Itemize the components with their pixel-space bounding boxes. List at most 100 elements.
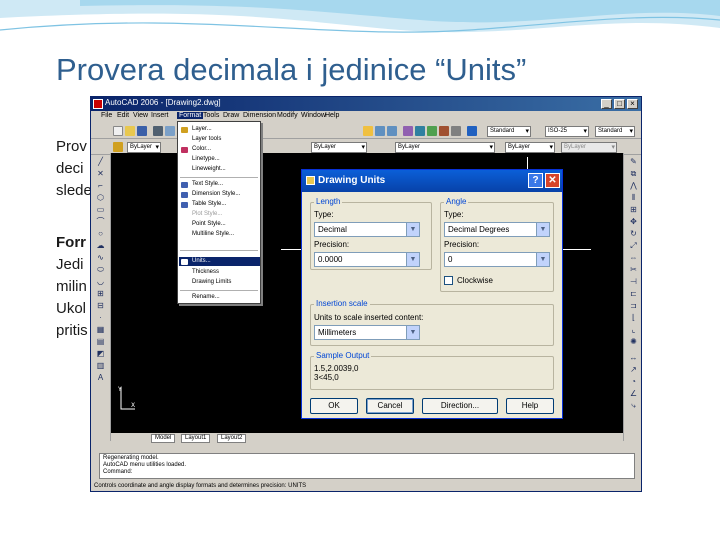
- offset-icon[interactable]: ⫴: [628, 193, 639, 202]
- menu-item-text-style[interactable]: Text Style...: [192, 181, 223, 187]
- menu-draw[interactable]: Draw: [223, 112, 239, 119]
- ellipse-icon[interactable]: ⬭: [95, 265, 106, 274]
- ellipse-arc-icon[interactable]: ◡: [95, 277, 106, 286]
- clockwise-checkbox[interactable]: [444, 276, 453, 285]
- region-icon[interactable]: ◩: [95, 349, 106, 358]
- chevron-down-icon[interactable]: ▼: [406, 326, 419, 339]
- revision-cloud-icon[interactable]: ☁: [95, 241, 106, 250]
- tab-layout1[interactable]: Layout1: [181, 434, 211, 443]
- circle-icon[interactable]: ○: [95, 229, 106, 238]
- angle-type-select[interactable]: Decimal Degrees ▼: [444, 222, 550, 237]
- minimize-button[interactable]: _: [601, 99, 612, 109]
- menu-item-color[interactable]: Color...: [192, 146, 211, 152]
- gradient-icon[interactable]: ▤: [95, 337, 106, 346]
- explode-icon[interactable]: ✺: [628, 337, 639, 346]
- menu-view[interactable]: View: [133, 112, 148, 119]
- construction-line-icon[interactable]: ✕: [95, 169, 106, 178]
- array-icon[interactable]: ⊞: [628, 205, 639, 214]
- make-block-icon[interactable]: ⊟: [95, 301, 106, 310]
- sheet-set-icon[interactable]: [439, 126, 449, 136]
- mirror-icon[interactable]: ⋀: [628, 181, 639, 190]
- arc-icon[interactable]: ⌒: [95, 217, 106, 226]
- polygon-icon[interactable]: ⬡: [95, 193, 106, 202]
- rotate-icon[interactable]: ↻: [628, 229, 639, 238]
- menu-insert[interactable]: Insert: [151, 112, 169, 119]
- copy-object-icon[interactable]: ⧉: [628, 169, 639, 178]
- spline-icon[interactable]: ∿: [95, 253, 106, 262]
- insertion-scale-select[interactable]: Millimeters ▼: [314, 325, 420, 340]
- menu-dimension[interactable]: Dimension: [243, 112, 276, 119]
- angle-precision-select[interactable]: 0 ▼: [444, 252, 550, 267]
- layer-combo[interactable]: ByLayer: [127, 142, 161, 153]
- menu-item-dimension-style[interactable]: Dimension Style...: [192, 191, 240, 197]
- ok-button[interactable]: OK: [310, 398, 358, 414]
- tool-palettes-icon[interactable]: [427, 126, 437, 136]
- menu-item-units[interactable]: Units...: [192, 258, 211, 264]
- dialog-close-button[interactable]: ✕: [545, 173, 560, 188]
- scale-icon[interactable]: ⤢: [628, 241, 639, 250]
- fillet-icon[interactable]: ⌞: [628, 325, 639, 334]
- menu-item-point-style[interactable]: Point Style...: [192, 221, 226, 227]
- move-icon[interactable]: ✥: [628, 217, 639, 226]
- color-combo[interactable]: ByLayer: [311, 142, 367, 153]
- lineweight-combo[interactable]: ByLayer: [505, 142, 555, 153]
- length-precision-select[interactable]: 0.0000 ▼: [314, 252, 420, 267]
- trim-icon[interactable]: ✂: [628, 265, 639, 274]
- erase-icon[interactable]: ✎: [628, 157, 639, 166]
- dim-style-combo[interactable]: ISO-25: [545, 126, 589, 137]
- hatch-icon[interactable]: ▦: [95, 325, 106, 334]
- layer-manager-icon[interactable]: [113, 142, 123, 152]
- linetype-combo[interactable]: ByLayer: [395, 142, 495, 153]
- menu-tools[interactable]: Tools: [203, 112, 219, 119]
- new-icon[interactable]: [113, 126, 123, 136]
- chevron-down-icon[interactable]: ▼: [406, 253, 419, 266]
- help-button[interactable]: Help: [506, 398, 554, 414]
- menu-item-layer[interactable]: Layer...: [192, 126, 212, 132]
- cancel-button[interactable]: Cancel: [366, 398, 414, 414]
- menu-item-drawing-limits[interactable]: Drawing Limits: [192, 279, 231, 285]
- menu-item-layer-tools[interactable]: Layer tools: [192, 136, 221, 142]
- polyline-icon[interactable]: ⌐: [95, 181, 106, 190]
- rectangle-icon[interactable]: ▭: [95, 205, 106, 214]
- menu-help[interactable]: Help: [325, 112, 339, 119]
- length-type-select[interactable]: Decimal ▼: [314, 222, 420, 237]
- help-icon[interactable]: [467, 126, 477, 136]
- dim-linear-icon[interactable]: ↔: [628, 353, 639, 362]
- menu-edit[interactable]: Edit: [117, 112, 129, 119]
- command-line[interactable]: Regenerating model. AutoCAD menu utiliti…: [99, 453, 635, 479]
- menu-item-thickness[interactable]: Thickness: [192, 269, 219, 275]
- table-style-combo[interactable]: Standard: [595, 126, 635, 137]
- design-center-icon[interactable]: [415, 126, 425, 136]
- dim-radius-icon[interactable]: ◔: [628, 377, 639, 386]
- plot-icon[interactable]: [153, 126, 163, 136]
- extend-icon[interactable]: ⊣: [628, 277, 639, 286]
- leader-icon[interactable]: ⤷: [628, 401, 639, 410]
- menu-item-linetype[interactable]: Linetype...: [192, 156, 220, 162]
- tab-model[interactable]: Model: [151, 434, 176, 443]
- chamfer-icon[interactable]: ⌊: [628, 313, 639, 322]
- open-icon[interactable]: [125, 126, 135, 136]
- save-icon[interactable]: [137, 126, 147, 136]
- menu-item-table-style[interactable]: Table Style...: [192, 201, 226, 207]
- chevron-down-icon[interactable]: ▼: [536, 223, 549, 236]
- zoom-window-icon[interactable]: [387, 126, 397, 136]
- preview-icon[interactable]: [165, 126, 175, 136]
- menu-item-plot-style[interactable]: Plot Style...: [192, 211, 222, 217]
- close-button[interactable]: ×: [627, 99, 638, 109]
- menu-item-lineweight[interactable]: Lineweight...: [192, 166, 226, 172]
- join-icon[interactable]: ⊐: [628, 301, 639, 310]
- menu-item-multiline-style[interactable]: Multiline Style...: [192, 231, 234, 237]
- pan-icon[interactable]: [363, 126, 373, 136]
- maximize-button[interactable]: □: [614, 99, 625, 109]
- dim-aligned-icon[interactable]: ↗: [628, 365, 639, 374]
- stretch-icon[interactable]: ⇔: [628, 253, 639, 262]
- menu-modify[interactable]: Modify: [277, 112, 298, 119]
- chevron-down-icon[interactable]: ▼: [536, 253, 549, 266]
- dialog-help-button[interactable]: ?: [528, 173, 543, 188]
- plot-style-combo[interactable]: ByLayer: [561, 142, 617, 153]
- point-icon[interactable]: ·: [95, 313, 106, 322]
- text-style-combo[interactable]: Standard: [487, 126, 531, 137]
- break-icon[interactable]: ⊏: [628, 289, 639, 298]
- multiline-text-icon[interactable]: A: [95, 373, 106, 382]
- table-icon[interactable]: ▥: [95, 361, 106, 370]
